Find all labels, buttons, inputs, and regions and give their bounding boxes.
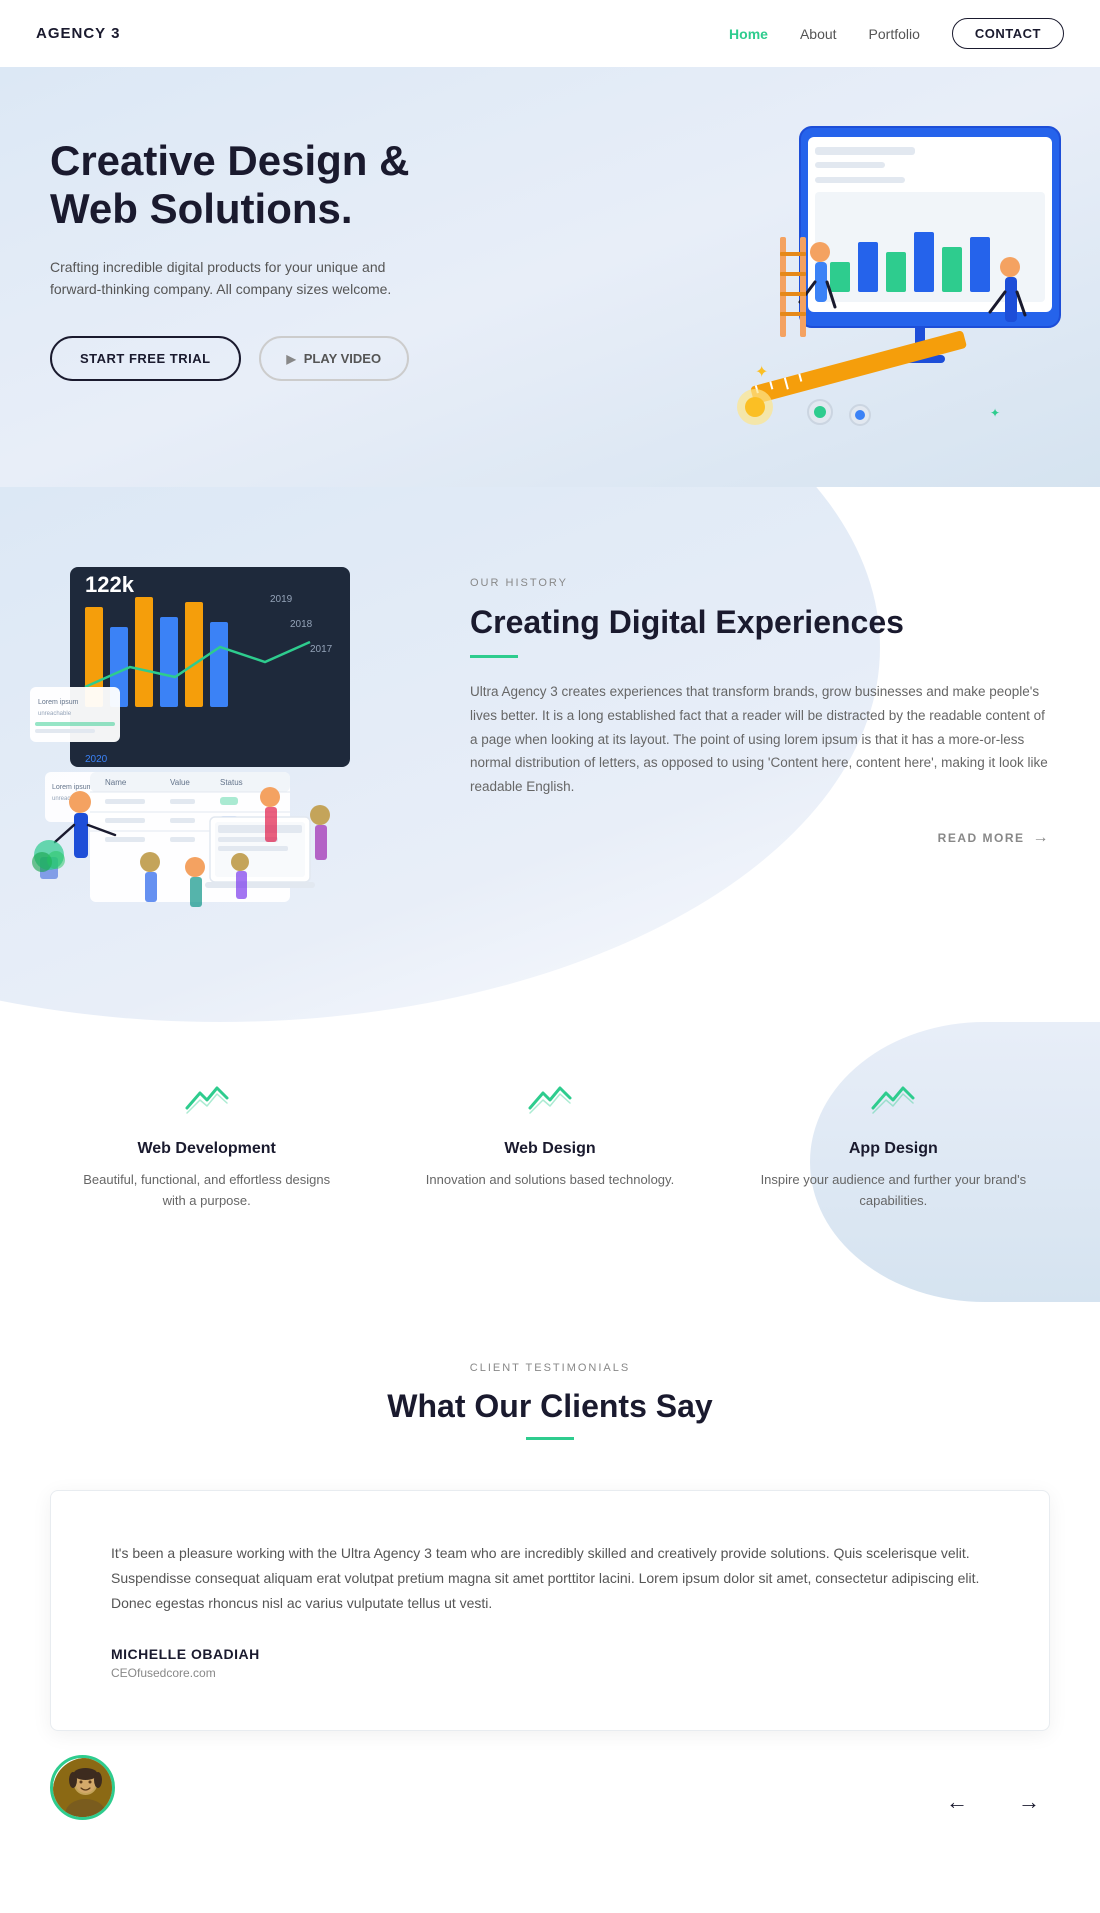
- app-design-icon: [863, 1072, 923, 1122]
- history-body: Ultra Agency 3 creates experiences that …: [470, 680, 1050, 798]
- service-desc-2: Inspire your audience and further your b…: [757, 1170, 1030, 1212]
- service-web-design: Web Design Innovation and solutions base…: [393, 1052, 706, 1242]
- hero-title: Creative Design & Web Solutions.: [50, 137, 470, 234]
- nav-about[interactable]: About: [800, 26, 837, 42]
- next-testimonial-button[interactable]: →: [1008, 1781, 1050, 1823]
- testimonial-navigation: ← →: [936, 1781, 1050, 1823]
- svg-text:2017: 2017: [310, 644, 333, 655]
- service-name-1: Web Design: [413, 1140, 686, 1158]
- service-name-2: App Design: [757, 1140, 1030, 1158]
- svg-text:unreachable: unreachable: [38, 711, 72, 717]
- history-label: OUR HISTORY: [470, 577, 1050, 589]
- testimonial-avatar: [50, 1755, 115, 1820]
- service-app-design: App Design Inspire your audience and fur…: [737, 1052, 1050, 1242]
- web-design-icon: [520, 1072, 580, 1122]
- svg-text:✦: ✦: [755, 364, 768, 381]
- contact-button[interactable]: CONTACT: [952, 18, 1064, 49]
- svg-text:122k: 122k: [85, 572, 135, 597]
- svg-text:2018: 2018: [290, 619, 313, 630]
- history-divider: [470, 655, 518, 658]
- play-video-button[interactable]: ▶ PLAY VIDEO: [259, 336, 410, 381]
- service-name-0: Web Development: [70, 1140, 343, 1158]
- start-trial-button[interactable]: START FREE TRIAL: [50, 336, 241, 381]
- testimonial-role: CEOfusedcore.com: [111, 1666, 989, 1680]
- hero-illustration: ✦ ✦: [660, 97, 1080, 457]
- read-more-link[interactable]: READ MORE →: [938, 829, 1050, 847]
- nav-home[interactable]: Home: [729, 26, 768, 42]
- prev-testimonial-button[interactable]: ←: [936, 1781, 978, 1823]
- svg-text:Lorem ipsum: Lorem ipsum: [38, 699, 79, 706]
- testimonials-title: What Our Clients Say: [50, 1388, 1050, 1425]
- service-desc-0: Beautiful, functional, and effortless de…: [70, 1170, 343, 1212]
- svg-text:✦: ✦: [990, 406, 1000, 420]
- testimonials-section: CLIENT TESTIMONIALS What Our Clients Say…: [0, 1302, 1100, 1913]
- service-web-dev: Web Development Beautiful, functional, a…: [50, 1052, 363, 1242]
- web-dev-icon: [177, 1072, 237, 1122]
- svg-text:2020: 2020: [85, 754, 108, 765]
- services-grid: Web Development Beautiful, functional, a…: [50, 1052, 1050, 1242]
- svg-text:Status: Status: [220, 778, 243, 787]
- history-text: OUR HISTORY Creating Digital Experiences…: [470, 547, 1050, 847]
- hero-content: Creative Design & Web Solutions. Craftin…: [50, 137, 470, 381]
- hero-buttons: START FREE TRIAL ▶ PLAY VIDEO: [50, 336, 470, 381]
- testimonial-card: It's been a pleasure working with the Ul…: [50, 1490, 1050, 1732]
- navigation: AGENCY 3 Home About Portfolio CONTACT: [0, 0, 1100, 67]
- site-logo: AGENCY 3: [36, 25, 120, 42]
- services-section: Web Development Beautiful, functional, a…: [0, 1022, 1100, 1302]
- svg-text:Lorem ipsum: Lorem ipsum: [52, 784, 93, 791]
- play-icon: ▶: [287, 352, 296, 366]
- arrow-icon: →: [1033, 829, 1051, 847]
- svg-text:Value: Value: [170, 778, 190, 787]
- nav-portfolio[interactable]: Portfolio: [869, 26, 920, 42]
- history-illustration: 122k 2019 2018 2017 Lorem ipsum unreacha…: [30, 547, 410, 922]
- nav-links: Home About Portfolio CONTACT: [729, 18, 1064, 49]
- hero-section: Creative Design & Web Solutions. Craftin…: [0, 67, 1100, 487]
- svg-text:2019: 2019: [270, 594, 293, 605]
- testimonials-divider: [526, 1437, 574, 1440]
- testimonial-author: MICHELLE OBADIAH: [111, 1646, 989, 1662]
- history-section: 122k 2019 2018 2017 Lorem ipsum unreacha…: [0, 487, 1100, 1022]
- service-desc-1: Innovation and solutions based technolog…: [413, 1170, 686, 1191]
- history-title: Creating Digital Experiences: [470, 603, 1050, 641]
- avatar-image: [53, 1758, 115, 1820]
- history-inner: 122k 2019 2018 2017 Lorem ipsum unreacha…: [0, 487, 1100, 962]
- testimonial-text: It's been a pleasure working with the Ul…: [111, 1541, 989, 1617]
- testimonials-label: CLIENT TESTIMONIALS: [50, 1362, 1050, 1374]
- svg-text:Name: Name: [105, 778, 127, 787]
- hero-subtitle: Crafting incredible digital products for…: [50, 256, 420, 301]
